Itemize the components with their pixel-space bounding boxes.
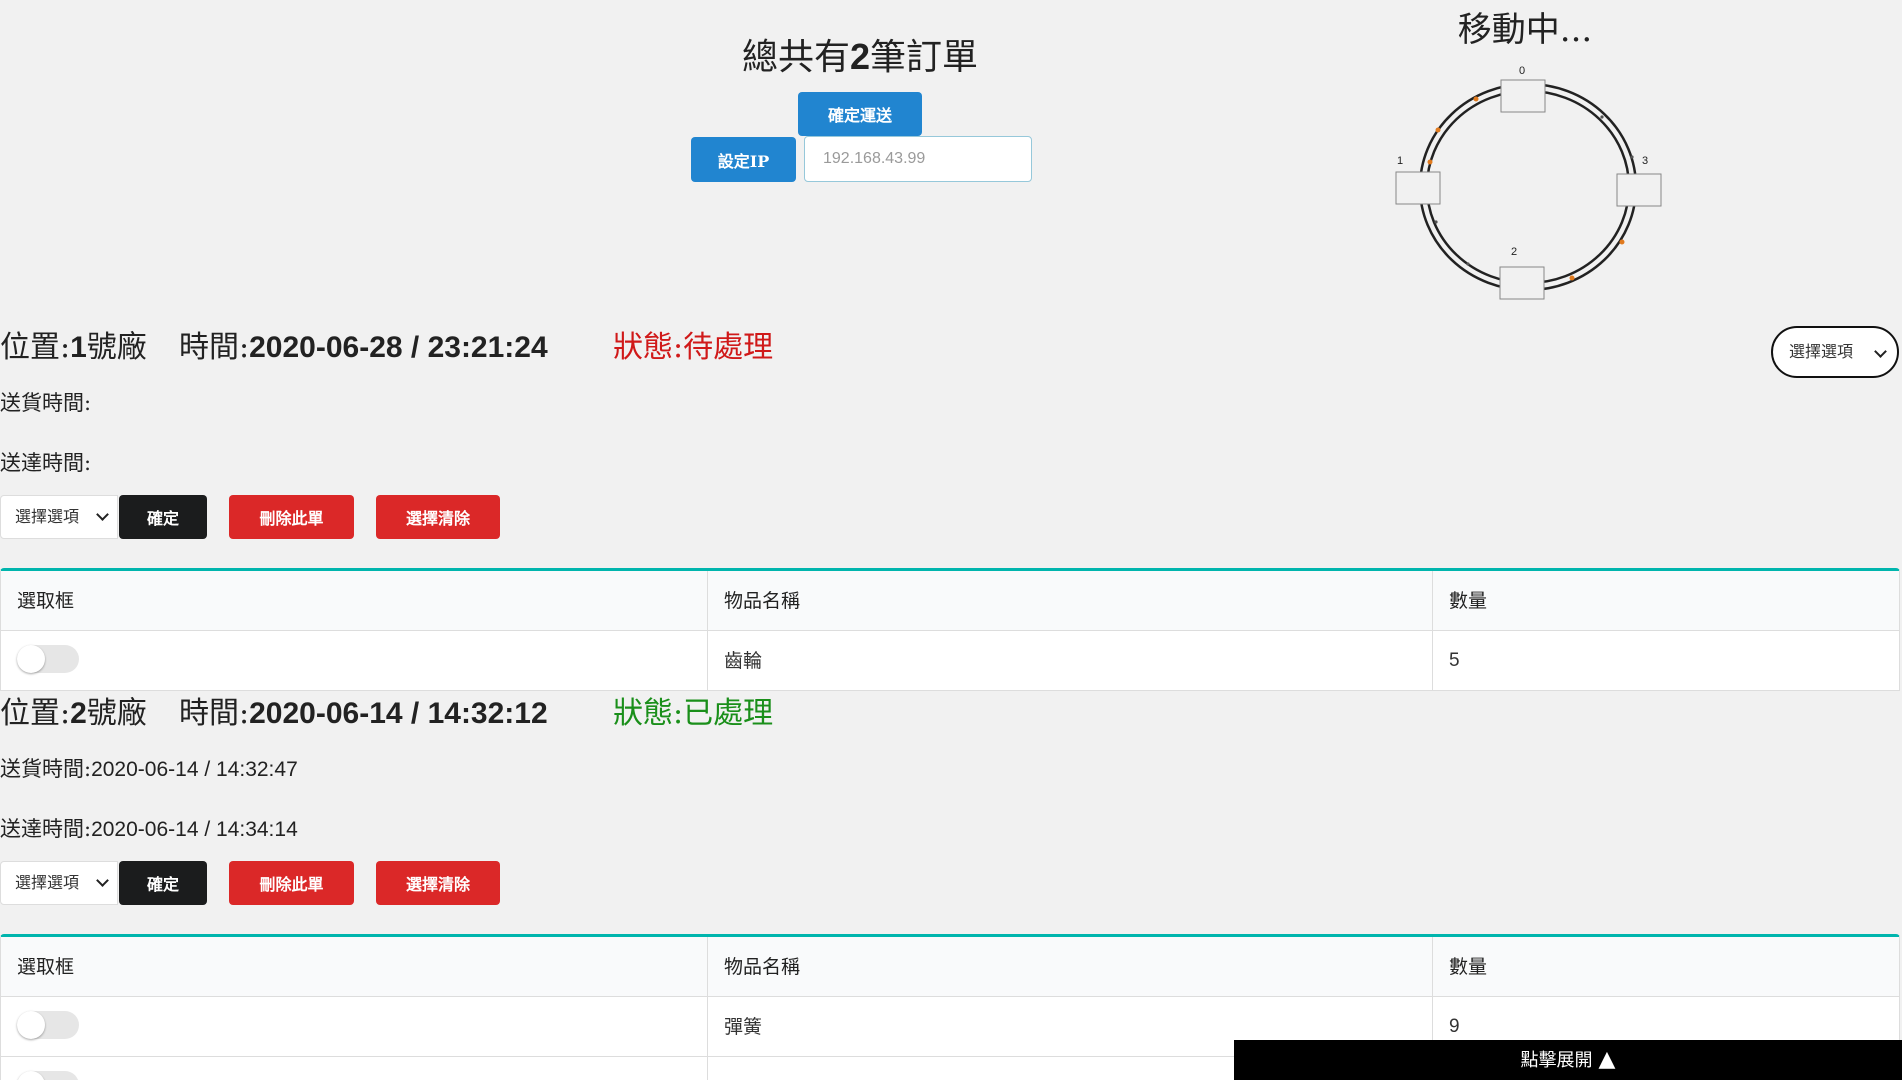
select-toggle[interactable] [17, 645, 79, 673]
confirm-ship-button[interactable]: 確定運送 [798, 92, 922, 136]
header-checkbox: 選取框 [1, 571, 708, 630]
order-actions: 選擇選項 確定 刪除此單 選擇清除 [0, 859, 1902, 913]
table-header-row: 選取框 物品名稱 數量 [1, 937, 1899, 997]
quantity-cell: 5 [1449, 650, 1460, 671]
clear-selection-button[interactable]: 選擇清除 [376, 861, 500, 905]
station-1-box [1395, 171, 1441, 205]
order-page: 總共有2筆訂單 確定運送 設定IP 移動中... 0 1 2 3 選擇選項 [0, 0, 1902, 1080]
track-inner-ring [1425, 89, 1631, 285]
arrive-time-line: 送達時間: [0, 451, 92, 475]
item-name-cell: 齒輪 [708, 631, 1433, 690]
order-items-table: 選取框 物品名稱 數量 齒輪 5 [0, 568, 1900, 691]
set-ip-button[interactable]: 設定IP [691, 137, 796, 182]
clear-selection-button[interactable]: 選擇清除 [376, 495, 500, 539]
track-marker [1435, 127, 1441, 133]
order-location: 位置:1號廠 [0, 330, 147, 365]
track-dot [1434, 220, 1438, 224]
station-0-box [1500, 79, 1546, 113]
order-time: 時間:2020-06-28 / 23:21:24 [179, 330, 548, 365]
order-actions: 選擇選項 確定 刪除此單 選擇清除 [0, 493, 1902, 547]
station-2-label: 2 [1511, 246, 1517, 258]
confirm-button[interactable]: 確定 [119, 495, 207, 539]
track-dot [1600, 115, 1604, 119]
select-cell [1, 631, 708, 690]
arrive-time-line: 送達時間:2020-06-14 / 14:34:14 [0, 817, 298, 841]
select-cell [1, 1057, 708, 1080]
order-header: 位置:2號廠 時間:2020-06-14 / 14:32:12 狀態:已處理 [0, 689, 1902, 739]
order-time: 時間:2020-06-14 / 14:32:12 [179, 696, 548, 731]
order-block: 位置:1號廠 時間:2020-06-28 / 23:21:24 狀態:待處理 送… [0, 323, 1902, 691]
header-item-name: 物品名稱 [708, 571, 1433, 630]
triangle-up-icon: ▲ [1598, 1047, 1616, 1072]
table-header-row: 選取框 物品名稱 數量 [1, 571, 1899, 631]
track-dots [1434, 115, 1634, 266]
order-count-title: 總共有2筆訂單 [741, 36, 979, 78]
expand-bar[interactable]: 點擊展開 ▲ [1234, 1040, 1902, 1080]
track-marker [1427, 159, 1433, 165]
select-cell [1, 997, 708, 1056]
order-option-select[interactable]: 選擇選項 [0, 495, 118, 539]
track-marker [1569, 275, 1575, 281]
ship-time-line: 送貨時間:2020-06-14 / 14:32:47 [0, 757, 298, 781]
order-status: 狀態:已處理 [613, 696, 774, 731]
order-header: 位置:1號廠 時間:2020-06-28 / 23:21:24 狀態:待處理 [0, 323, 1902, 373]
station-2-box [1499, 266, 1545, 300]
station-3-box [1616, 173, 1662, 207]
header-checkbox: 選取框 [1, 937, 708, 996]
ship-time-line: 送貨時間: [0, 391, 92, 415]
ip-input[interactable] [804, 136, 1032, 182]
track-marker [1473, 96, 1479, 102]
header-quantity: 數量 [1449, 956, 1488, 978]
station-0-label: 0 [1519, 65, 1525, 77]
delete-order-button[interactable]: 刪除此單 [229, 495, 354, 539]
track-markers [1427, 96, 1625, 281]
track-marker [1619, 239, 1625, 245]
table-row: 齒輪 5 [1, 631, 1899, 691]
order-status: 狀態:待處理 [613, 330, 774, 365]
select-toggle[interactable] [17, 1011, 79, 1039]
order-option-select[interactable]: 選擇選項 [0, 861, 118, 905]
track-dot [1466, 262, 1470, 266]
order-location: 位置:2號廠 [0, 696, 147, 731]
expand-label: 點擊展開 [1520, 1050, 1593, 1071]
confirm-button[interactable]: 確定 [119, 861, 207, 905]
header-item-name: 物品名稱 [708, 937, 1433, 996]
delete-order-button[interactable]: 刪除此單 [229, 861, 354, 905]
order-block: 位置:2號廠 時間:2020-06-14 / 14:32:12 狀態:已處理 送… [0, 689, 1902, 1080]
station-3-label: 3 [1642, 155, 1648, 167]
station-1-label: 1 [1397, 155, 1403, 167]
moving-status: 移動中... [1457, 10, 1593, 50]
header-quantity: 數量 [1449, 590, 1488, 612]
track-outer-ring [1418, 82, 1638, 292]
track-dot [1630, 155, 1634, 159]
select-toggle[interactable] [17, 1071, 79, 1080]
track-diagram: 0 1 2 3 [1395, 65, 1662, 300]
